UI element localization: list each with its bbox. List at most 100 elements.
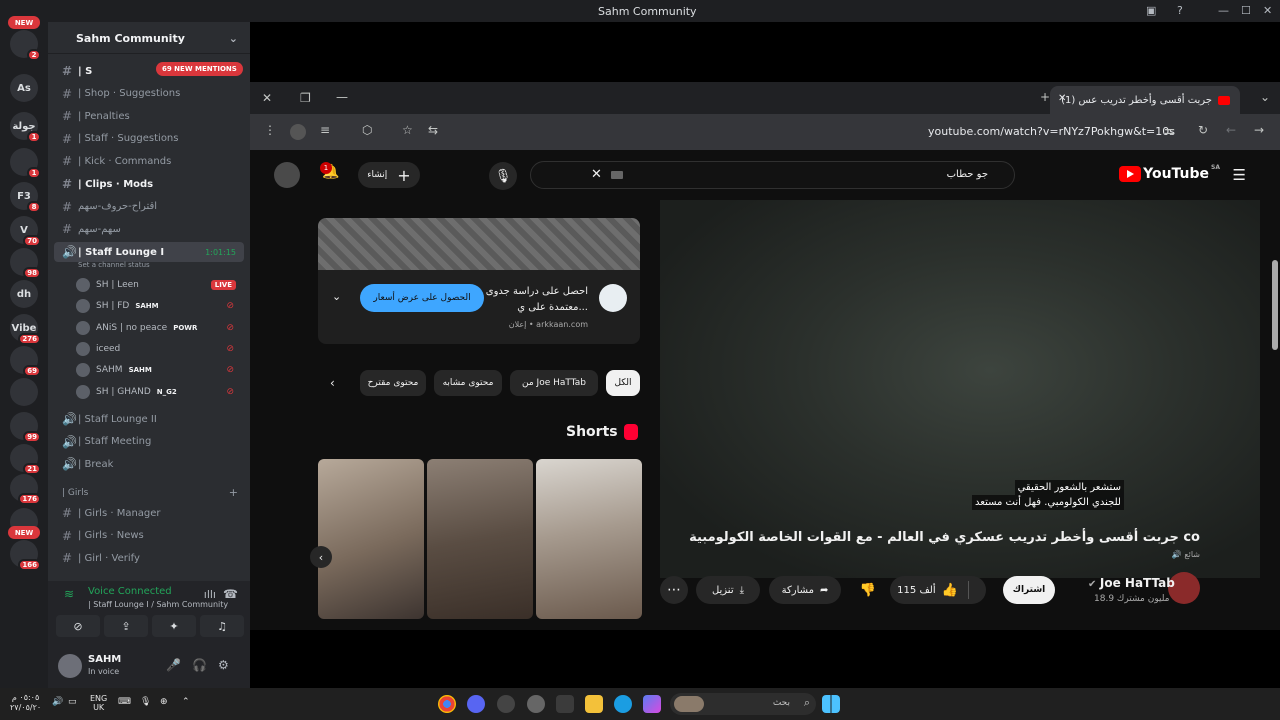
maximize-button[interactable]: ☐ [1241, 4, 1251, 17]
forward-icon[interactable]: ← [1226, 123, 1236, 137]
short-thumbnail[interactable] [536, 459, 642, 619]
edge-icon[interactable] [614, 695, 632, 713]
channel-item[interactable]: # | Girls · Manager [54, 503, 244, 523]
close-window-button[interactable]: ✕ [1263, 4, 1272, 17]
channel-item[interactable]: # | Girls · News [54, 526, 244, 546]
ad-title[interactable]: احصل على دراسة جدوى معتمدة على ي... [478, 284, 588, 316]
subscribe-button[interactable]: اشتراك [1003, 576, 1055, 604]
server-icon[interactable]: 21 [10, 444, 41, 475]
hamburger-menu-icon[interactable]: ☰ [1233, 166, 1246, 184]
menu-kebab-icon[interactable]: ⋮ [264, 123, 276, 137]
server-icon[interactable] [10, 378, 38, 406]
inbox-icon[interactable]: ▣ [1146, 4, 1156, 17]
close-tab-icon[interactable]: ✕ [1058, 93, 1066, 104]
activities-button[interactable]: ✦ [152, 615, 196, 637]
create-button[interactable]: إنشاء + [358, 162, 420, 188]
mic-muted-icon[interactable]: 🎤 [166, 658, 181, 672]
chevron-left-icon[interactable]: ‹ [310, 546, 332, 568]
voice-user[interactable]: SH | GHAND N_G2 ⊘ [76, 382, 244, 402]
file-explorer-icon[interactable] [585, 695, 603, 713]
site-settings-icon[interactable]: ⚌ [1164, 123, 1175, 137]
channel-item[interactable]: # | Staff · Suggestions [54, 129, 244, 149]
network-icon[interactable]: ⊕ [160, 697, 168, 707]
dislike-button[interactable]: 👎 [851, 576, 885, 604]
account-avatar[interactable] [274, 162, 300, 188]
keyboard-icon[interactable] [611, 171, 623, 179]
server-icon[interactable]: 98 [10, 248, 41, 279]
server-icon[interactable]: Vibe 276 [10, 314, 41, 345]
voice-user[interactable]: iceed ⊘ [76, 339, 244, 359]
server-header[interactable]: Sahm Community ⌄ [48, 22, 250, 54]
extensions-icon[interactable]: ⬡ [362, 123, 372, 137]
voice-search-button[interactable]: 🎙 [489, 162, 517, 190]
advertiser-logo[interactable] [599, 284, 627, 312]
voice-channel[interactable]: 🔊 | Staff Meeting [54, 432, 244, 452]
voice-channel[interactable]: 🔊 | Break [54, 454, 244, 474]
server-icon[interactable]: 69 [10, 346, 41, 377]
app-icon[interactable] [497, 695, 515, 713]
tab-youtube[interactable]: ✕ (1) جربت أقسى وأخطر تدريب عس [1050, 86, 1240, 114]
server-icon[interactable]: F3 8 [10, 182, 41, 213]
signal-icon[interactable]: ≋ [64, 587, 74, 601]
disconnect-icon[interactable]: ☎ [223, 587, 238, 601]
channel-item[interactable]: # | Shop · Suggestions [54, 84, 244, 104]
voice-channel[interactable]: 🔊 | Staff Lounge II [54, 409, 244, 429]
discord-icon[interactable] [467, 695, 485, 713]
windows-start-icon[interactable] [822, 695, 840, 713]
microphone-icon[interactable]: 🎙 [140, 697, 151, 707]
taskbar-search[interactable]: بحث ⌕ [670, 693, 816, 715]
add-channel-icon[interactable]: + [229, 486, 238, 499]
profile-icon[interactable] [290, 124, 306, 140]
server-icon[interactable]: V 70 [10, 216, 41, 247]
ad-banner-image[interactable] [318, 218, 640, 270]
server-icon[interactable]: 1 [10, 148, 41, 179]
short-thumbnail[interactable] [427, 459, 533, 619]
voice-user[interactable]: SAHM SAHM ⊘ [76, 360, 244, 380]
bookmark-star-icon[interactable]: ☆ [402, 123, 413, 137]
address-bar[interactable]: youtube.com/watch?v=rNYz7Pokhgw&t=10s [928, 125, 1175, 138]
more-actions-button[interactable]: ⋯ [660, 576, 688, 604]
chip-all[interactable]: الكل [606, 370, 640, 396]
screen-share-button[interactable]: ⇪ [104, 615, 148, 637]
server-icon[interactable]: 176 [10, 474, 41, 505]
chip-suggested[interactable]: محتوى مقترح [360, 370, 426, 396]
server-icon[interactable]: 166 [10, 540, 41, 571]
new-tab-icon[interactable]: + [1040, 90, 1050, 104]
install-app-icon[interactable]: ⇆ [428, 123, 438, 137]
search-input[interactable]: ✕ جو حطاب [530, 161, 1015, 189]
chevron-down-icon[interactable]: ⌄ [332, 290, 341, 303]
voice-channel-staff-lounge-1[interactable]: 🔊 | Staff Lounge I 1:01:15 [54, 242, 244, 262]
ad-cta-button[interactable]: الحصول على عرض أسعار [360, 284, 484, 312]
restore-icon[interactable]: ❐ [300, 91, 311, 105]
close-icon[interactable]: ✕ [262, 91, 272, 105]
back-icon[interactable]: → [1254, 123, 1264, 137]
clear-search-icon[interactable]: ✕ [591, 167, 602, 182]
server-icon[interactable]: dh [10, 280, 38, 308]
voice-user[interactable]: ANiS | no peace POWR ⊘ [76, 318, 244, 338]
category-header[interactable]: | Girls [62, 488, 88, 498]
voice-user[interactable]: SH | Leen LIVE [76, 275, 244, 295]
channel-status[interactable]: Set a channel status [78, 261, 150, 269]
minimize-button[interactable]: — [1218, 4, 1229, 17]
channel-item[interactable]: # | Girl · Verify [54, 548, 244, 568]
video-player[interactable] [660, 200, 1260, 578]
server-icon[interactable]: جولة 1 [10, 112, 41, 143]
help-icon[interactable]: ? [1177, 4, 1183, 17]
reload-icon[interactable]: ↻ [1198, 123, 1208, 137]
noise-suppression-icon[interactable]: ıllı [204, 588, 216, 601]
youtube-logo[interactable]: YouTube SA [1119, 164, 1220, 184]
settings-icon[interactable] [527, 695, 545, 713]
ad-card[interactable]: احصل على دراسة جدوى معتمدة على ي... إعلا… [318, 218, 640, 344]
avatar[interactable] [58, 654, 82, 678]
channel-name[interactable]: ✔ Joe HaTTab [1088, 576, 1175, 590]
copilot-icon[interactable] [643, 695, 661, 713]
channel-item[interactable]: # | Kick · Commands [54, 151, 244, 171]
short-thumbnail[interactable] [318, 459, 424, 619]
tab-search-icon[interactable]: ⌄ [1260, 90, 1270, 104]
download-button[interactable]: تنزيل ⤓ [696, 576, 760, 604]
chips-prev-icon[interactable]: ‹ [330, 376, 335, 390]
clock[interactable]: ٠٥:٠٥ م ٢٧/٠٥/٢٠ [10, 693, 41, 713]
soundboard-button[interactable]: ♫ [200, 615, 244, 637]
channel-item[interactable]: # | S [54, 61, 244, 81]
server-icon[interactable]: 99 [10, 412, 41, 443]
